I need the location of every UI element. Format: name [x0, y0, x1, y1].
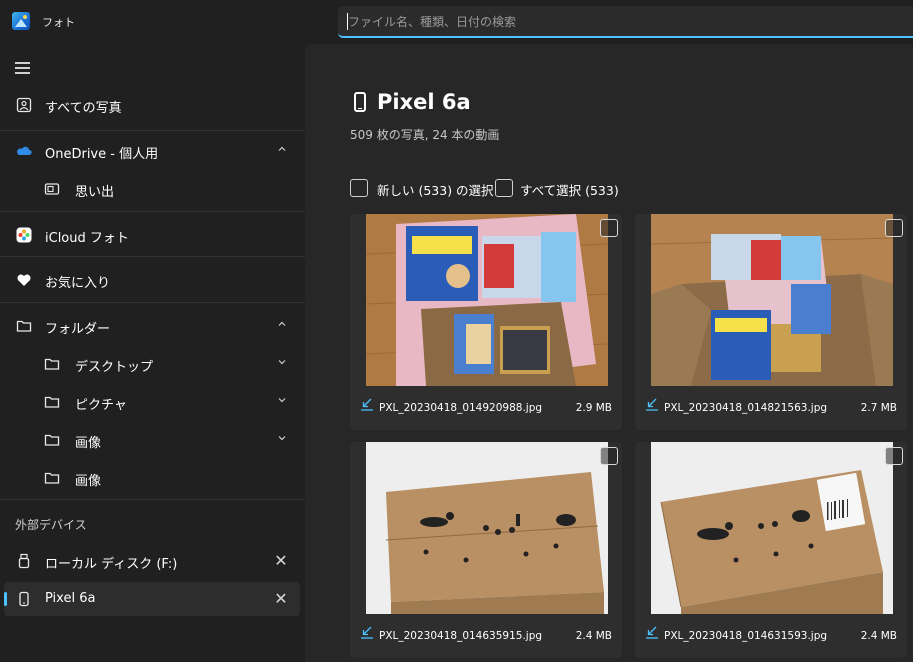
photo-card[interactable]: PXL_20230418_014821563.jpg 2.7 MB: [635, 214, 907, 430]
onedrive-cloud-icon: [17, 146, 32, 155]
sidebar-item-label: iCloud フォト: [45, 231, 129, 246]
photo-select-checkbox[interactable]: [885, 219, 903, 237]
chevron-up-icon[interactable]: [278, 320, 286, 328]
chevron-up-icon[interactable]: [278, 145, 286, 153]
sidebar-item-pictures[interactable]: ピクチャ: [4, 385, 300, 419]
photo-icon: [16, 97, 32, 113]
sidebar-item-label: お気に入り: [45, 276, 111, 291]
selection-indicator: [4, 592, 7, 606]
sidebar-item-label: デスクトップ: [75, 360, 154, 375]
photo-select-checkbox[interactable]: [600, 219, 618, 237]
sidebar-item-label: OneDrive - 個人用: [45, 147, 159, 162]
search-input[interactable]: [348, 12, 888, 32]
hamburger-menu-icon[interactable]: [15, 62, 30, 74]
heart-icon: [17, 274, 31, 286]
select-all-checkbox[interactable]: [495, 179, 513, 197]
sidebar-item-images-2[interactable]: 画像: [4, 461, 300, 495]
phone-icon: [354, 92, 366, 112]
import-arrow-icon: [361, 398, 373, 411]
folder-icon: [44, 396, 60, 408]
photo-thumbnail: [651, 442, 893, 614]
photo-filename: PXL_20230418_014920988.jpg: [379, 402, 543, 414]
divider: [0, 211, 305, 212]
search-box[interactable]: [338, 6, 913, 38]
divider: [0, 130, 305, 131]
folder-icon: [16, 320, 32, 332]
text-caret: [347, 13, 348, 30]
usb-drive-icon: [18, 553, 30, 569]
sidebar-item-local-disk[interactable]: ローカル ディスク (F:) ✕: [4, 544, 300, 578]
sidebar-item-label: 画像: [75, 436, 102, 451]
photo-card[interactable]: PXL_20230418_014635915.jpg 2.4 MB: [350, 442, 622, 658]
select-new-label[interactable]: 新しい (533) の選択: [377, 180, 494, 199]
sidebar-item-favorites[interactable]: お気に入り: [4, 263, 300, 297]
sidebar-item-folders[interactable]: フォルダー: [4, 309, 300, 343]
sidebar-item-icloud[interactable]: iCloud フォト: [4, 218, 300, 252]
chevron-down-icon[interactable]: [278, 434, 286, 442]
divider: [0, 499, 305, 500]
sidebar-item-memories[interactable]: 思い出: [4, 172, 300, 206]
close-icon[interactable]: ✕: [272, 590, 290, 608]
page-subtitle: 509 枚の写真, 24 本の動画: [350, 128, 500, 142]
photo-card[interactable]: PXL_20230418_014631593.jpg 2.4 MB: [635, 442, 907, 658]
sidebar-item-label: ローカル ディスク (F:): [45, 557, 178, 572]
folder-icon: [44, 472, 60, 484]
chevron-down-icon[interactable]: [278, 358, 286, 366]
photo-filesize: 2.4 MB: [860, 630, 897, 642]
photo-select-checkbox[interactable]: [885, 447, 903, 465]
memories-icon: [44, 183, 60, 195]
select-all-label[interactable]: すべて選択 (533): [520, 180, 619, 199]
chevron-down-icon[interactable]: [278, 396, 286, 404]
sidebar-item-all-photos[interactable]: すべての写真: [4, 88, 300, 122]
import-arrow-icon: [646, 398, 658, 411]
folder-icon: [44, 434, 60, 446]
photo-filename: PXL_20230418_014821563.jpg: [664, 402, 828, 414]
sidebar-item-label: すべての写真: [45, 101, 122, 116]
main-content: Pixel 6a 509 枚の写真, 24 本の動画 新しい (533) の選択…: [305, 44, 913, 662]
title-bar: フォト: [0, 0, 913, 44]
page-title: Pixel 6a: [377, 90, 471, 114]
phone-icon: [19, 591, 29, 607]
devices-section-header: 外部デバイス: [15, 518, 87, 532]
photo-thumbnail: [366, 442, 608, 614]
folder-icon: [44, 358, 60, 370]
photo-thumbnail: [366, 214, 608, 386]
photo-filename: PXL_20230418_014631593.jpg: [664, 630, 828, 642]
divider: [0, 256, 305, 257]
import-arrow-icon: [646, 626, 658, 639]
sidebar-item-onedrive[interactable]: OneDrive - 個人用: [4, 134, 300, 168]
divider: [0, 302, 305, 303]
sidebar-item-label: ピクチャ: [75, 398, 127, 413]
photo-filesize: 2.9 MB: [575, 402, 612, 414]
sidebar-item-label: フォルダー: [45, 322, 111, 337]
photo-filesize: 2.7 MB: [860, 402, 897, 414]
photo-filename: PXL_20230418_014635915.jpg: [379, 630, 543, 642]
sidebar-item-images-1[interactable]: 画像: [4, 423, 300, 457]
import-arrow-icon: [361, 626, 373, 639]
sidebar-item-desktop[interactable]: デスクトップ: [4, 347, 300, 381]
photo-thumbnail: [651, 214, 893, 386]
app-title: フォト: [42, 16, 75, 29]
sidebar: すべての写真 OneDrive - 個人用 思い出 iCloud フォト お気に: [0, 44, 305, 662]
sidebar-item-label: 思い出: [75, 185, 115, 200]
close-icon[interactable]: ✕: [272, 552, 290, 570]
icloud-photos-icon: [16, 227, 32, 243]
sidebar-item-label: 画像: [75, 474, 102, 489]
sidebar-item-label: Pixel 6a: [45, 591, 96, 606]
photos-app-icon: [12, 12, 30, 30]
sidebar-item-pixel-6a[interactable]: Pixel 6a ✕: [4, 582, 300, 616]
photo-filesize: 2.4 MB: [575, 630, 612, 642]
select-new-checkbox[interactable]: [350, 179, 368, 197]
photo-select-checkbox[interactable]: [600, 447, 618, 465]
photo-card[interactable]: PXL_20230418_014920988.jpg 2.9 MB: [350, 214, 622, 430]
